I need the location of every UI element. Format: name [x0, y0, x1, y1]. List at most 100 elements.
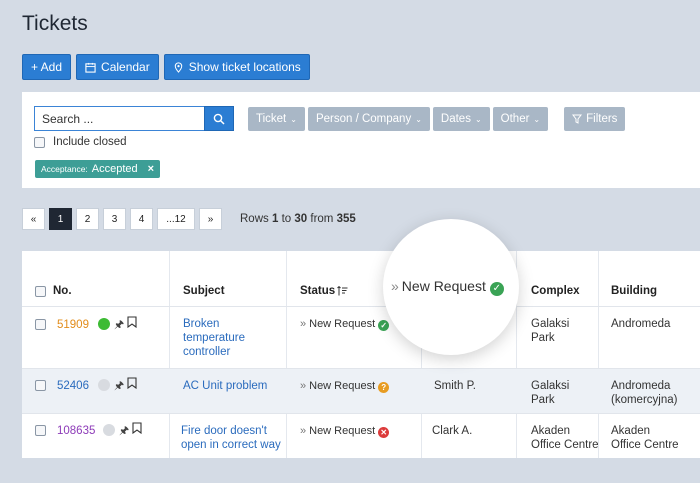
- rows-total: 355: [336, 213, 356, 225]
- building-line: Akaden: [611, 425, 651, 437]
- ticket-subject[interactable]: AC Unit problem: [183, 379, 267, 393]
- page-button[interactable]: 3: [103, 208, 126, 230]
- bookmark-icon[interactable]: [127, 316, 137, 331]
- row-checkbox[interactable]: [35, 319, 46, 330]
- calendar-icon: [85, 62, 96, 73]
- ticket-filter-label: Ticket: [256, 113, 287, 125]
- magnified-status-text: New Request: [401, 278, 486, 294]
- complex-line: Akaden: [531, 425, 571, 437]
- page-button[interactable]: ...12: [157, 208, 195, 230]
- person-company-filter-label: Person / Company: [315, 113, 412, 125]
- page-title: Tickets: [22, 12, 88, 35]
- header-building[interactable]: Building: [611, 285, 657, 297]
- status-dot: [98, 379, 110, 391]
- person-cell: Smith P.: [434, 380, 476, 392]
- person-company-filter-button[interactable]: Person / Company ⌄: [307, 107, 430, 131]
- status-dot: [98, 318, 110, 330]
- row-checkbox[interactable]: [35, 425, 46, 436]
- remove-tag-icon[interactable]: ×: [148, 163, 154, 175]
- complex-cell: Galaksi Park: [531, 379, 569, 407]
- bookmark-icon[interactable]: [132, 422, 142, 437]
- select-all-checkbox[interactable]: [35, 286, 46, 297]
- ticket-filter-button[interactable]: Ticket ⌄: [248, 107, 305, 131]
- tickets-table: No. Subject Status Complex Building 5190…: [22, 251, 700, 458]
- map-pin-icon: [174, 61, 182, 73]
- table-row[interactable]: 51909 🖈 Broken temperature controller » N…: [22, 307, 700, 369]
- person-cell: Clark A.: [432, 425, 473, 437]
- ticket-number[interactable]: 108635: [57, 424, 95, 438]
- bookmark-icon[interactable]: [127, 377, 137, 392]
- chevron-down-icon: ⌄: [290, 114, 297, 124]
- subject-line: open in correct way: [181, 439, 281, 451]
- add-button[interactable]: + Add: [22, 54, 72, 80]
- double-chevron-icon: »: [300, 380, 307, 392]
- show-locations-button[interactable]: Show ticket locations: [163, 54, 310, 80]
- status-text: New Request: [309, 425, 376, 437]
- next-page-button[interactable]: »: [199, 208, 222, 230]
- sort-icon[interactable]: [337, 286, 348, 296]
- ticket-number[interactable]: 52406: [57, 379, 89, 393]
- header-status[interactable]: Status: [300, 285, 335, 297]
- pin-icon[interactable]: 🖈: [114, 316, 124, 335]
- table-row[interactable]: 52406 🖈 AC Unit problem » New Request? Sm…: [22, 369, 700, 414]
- complex-line: Park: [531, 394, 555, 406]
- ticket-subject[interactable]: Broken temperature controller: [183, 317, 245, 359]
- page-button[interactable]: 2: [76, 208, 99, 230]
- rows-info: Rows 1 to 30 from 355: [240, 213, 356, 225]
- funnel-icon: [572, 114, 583, 124]
- complex-line: Galaksi: [531, 380, 570, 392]
- double-chevron-icon: »: [300, 425, 307, 437]
- active-filter-tag: Acceptance: Accepted ×: [35, 160, 161, 178]
- building-cell: Akaden Office Centre: [611, 424, 679, 452]
- rows-from: 1: [271, 213, 279, 225]
- ticket-subject[interactable]: Fire door doesn't open in correct way: [181, 424, 281, 452]
- subject-line: Broken: [183, 318, 220, 330]
- pin-icon[interactable]: 🖈: [114, 377, 124, 396]
- building-cell: Andromeda: [611, 317, 670, 331]
- building-line: Office Centre: [611, 439, 679, 451]
- row-checkbox[interactable]: [35, 380, 46, 391]
- header-subject[interactable]: Subject: [183, 285, 225, 297]
- status-magnifier: » New Request ✓: [383, 219, 519, 355]
- ticket-number[interactable]: 51909: [57, 318, 89, 332]
- rows-from-word: from: [310, 213, 334, 225]
- filters-button[interactable]: Filters: [564, 107, 626, 131]
- building-line: (komercyjna): [611, 394, 678, 406]
- other-filter-button[interactable]: Other ⌄: [492, 107, 549, 131]
- search-input[interactable]: [34, 106, 204, 131]
- subject-line: temperature: [183, 332, 246, 344]
- rows-prefix: Rows: [240, 213, 269, 225]
- tag-label: Acceptance:: [41, 164, 88, 174]
- prev-page-button[interactable]: «: [22, 208, 45, 230]
- chevron-down-icon: ⌄: [533, 114, 541, 124]
- subject-line: AC Unit problem: [183, 380, 268, 392]
- search-button[interactable]: [204, 106, 234, 131]
- ticket-status: » New Request ✓: [300, 317, 390, 331]
- table-row[interactable]: 108635 🖈 Fire door doesn't open in corre…: [22, 414, 700, 458]
- calendar-button[interactable]: Calendar: [76, 54, 159, 80]
- page-button[interactable]: 1: [49, 208, 72, 230]
- rows-to: 30: [294, 213, 308, 225]
- table-header: No. Subject Status Complex Building: [22, 251, 700, 307]
- header-complex[interactable]: Complex: [531, 285, 580, 297]
- search-icon: [213, 113, 225, 125]
- status-text: New Request: [309, 380, 376, 392]
- dates-filter-button[interactable]: Dates ⌄: [432, 107, 490, 131]
- question-icon: ?: [378, 382, 390, 393]
- pin-icon[interactable]: 🖈: [119, 422, 129, 441]
- tag-value: Accepted: [91, 163, 138, 175]
- header-no[interactable]: No.: [53, 285, 72, 297]
- complex-cell: Akaden Office Centre: [531, 424, 599, 452]
- subject-line: controller: [183, 346, 231, 358]
- include-closed-checkbox[interactable]: [34, 136, 45, 148]
- ticket-status: » New Request?: [300, 379, 390, 393]
- building-line: Andromeda: [611, 318, 671, 330]
- show-locations-label: Show ticket locations: [188, 60, 301, 74]
- double-chevron-icon: »: [391, 278, 399, 294]
- status-dot: [103, 424, 115, 436]
- complex-line: Office Centre: [531, 439, 599, 451]
- building-line: Andromeda: [611, 380, 671, 392]
- page-button[interactable]: 4: [130, 208, 153, 230]
- include-closed-option[interactable]: Include closed: [34, 136, 127, 148]
- include-closed-label: Include closed: [53, 136, 127, 148]
